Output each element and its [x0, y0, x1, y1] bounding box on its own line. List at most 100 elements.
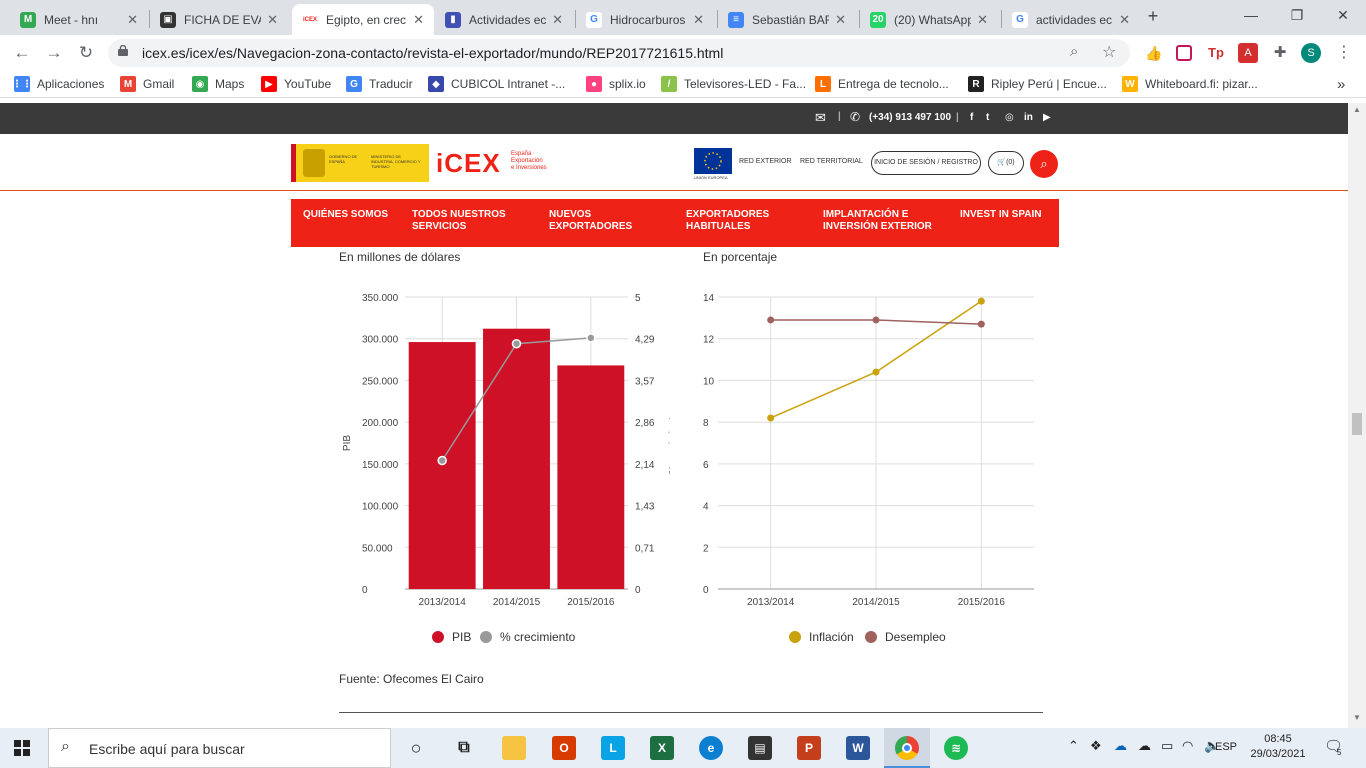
browser-tab[interactable]: ▮ Actividades ec ✕ — [435, 4, 573, 35]
onedrive-personal-icon[interactable]: ☁ — [1138, 738, 1151, 754]
government-logo[interactable]: GOBIERNO DE ESPAÑA MINISTERIO DE INDUSTR… — [291, 144, 429, 182]
browser-tab[interactable]: iCEX Egipto, en crec ✕ — [292, 4, 434, 35]
profile-avatar[interactable]: S — [1301, 43, 1321, 63]
legend-label-series-1: Desempleo — [885, 630, 946, 644]
bookmark-item[interactable]: W Whiteboard.fi: pizar... — [1122, 75, 1258, 93]
wifi-icon[interactable]: ◠ — [1182, 738, 1193, 754]
cart-button[interactable]: 🛒(0) — [988, 151, 1024, 175]
red-exterior-link[interactable]: RED EXTERIOR — [739, 158, 792, 165]
bookmark-item[interactable]: G Traducir — [346, 75, 413, 93]
scrollbar-thumb[interactable] — [1352, 413, 1362, 435]
language-indicator[interactable]: ESP — [1215, 741, 1237, 753]
tab-close-icon[interactable]: ✕ — [267, 12, 278, 28]
tab-close-icon[interactable]: ✕ — [413, 12, 424, 28]
extension-pdf-icon[interactable]: A — [1238, 43, 1258, 63]
browser-tab[interactable]: M Meet - hnı ✕ — [10, 4, 148, 35]
extension-shield-icon[interactable] — [1176, 45, 1192, 61]
minimize-button[interactable]: — — [1228, 4, 1274, 26]
zoom-icon[interactable]: ⌕ — [1070, 43, 1078, 60]
restore-button[interactable]: ❐ — [1274, 4, 1320, 26]
scroll-up-arrow[interactable]: ▲ — [1353, 105, 1361, 114]
extension-tp-icon[interactable]: Tp — [1206, 43, 1226, 63]
phone-number[interactable]: (+34) 913 497 100 — [869, 112, 951, 123]
taskbar-search[interactable]: ⌕ Escribe aquí para buscar — [48, 728, 391, 768]
more-bookmarks-button[interactable]: » — [1337, 75, 1345, 93]
bookmark-item[interactable]: ⋮⋮ Aplicaciones — [12, 75, 104, 93]
page-scrollbar[interactable]: ▲ ▼ — [1348, 103, 1366, 728]
browser-tab[interactable]: ▣ FICHA DE EVAL ✕ — [150, 4, 288, 35]
lms-app-icon[interactable]: L — [601, 736, 625, 760]
office-icon[interactable]: O — [552, 736, 576, 760]
tab-close-icon[interactable]: ✕ — [835, 12, 846, 28]
linkedin-icon[interactable]: in — [1024, 112, 1033, 123]
windows-start-button[interactable] — [14, 740, 30, 756]
y2-tick-label: 3,57 — [635, 376, 655, 387]
edge-icon[interactable]: e — [699, 736, 723, 760]
cortana-icon[interactable]: ○ — [404, 736, 428, 760]
chrome-menu-icon[interactable]: ⋮ — [1334, 43, 1354, 63]
new-tab-button[interactable]: + — [1141, 5, 1165, 27]
menu-item-nuevos-exportadores[interactable]: NUEVOS EXPORTADORES — [549, 209, 669, 233]
y-tick-label: 50.000 — [362, 543, 393, 554]
powerpoint-icon[interactable]: P — [797, 736, 821, 760]
browser-tab[interactable]: Gactividades ec ✕ — [1002, 4, 1140, 35]
reload-button[interactable]: ↻ — [74, 41, 98, 65]
facebook-icon[interactable]: f — [970, 112, 973, 123]
clock[interactable]: 08:45 29/03/2021 — [1247, 732, 1309, 762]
bookmark-item[interactable]: / Televisores-LED - Fa... — [661, 75, 806, 93]
menu-item-quienes-somos[interactable]: QUIÉNES SOMOS — [303, 209, 403, 221]
menu-item-invest-in-spain[interactable]: INVEST IN SPAIN — [960, 209, 1060, 221]
icex-logo[interactable]: iCEX — [436, 148, 501, 178]
close-window-button[interactable]: ✕ — [1320, 4, 1366, 26]
excel-icon[interactable]: X — [650, 736, 674, 760]
bookmark-item[interactable]: M Gmail — [120, 75, 174, 93]
menu-item-implantacion[interactable]: IMPLANTACIÓN E INVERSIÓN EXTERIOR — [823, 209, 943, 233]
y-tick-label: 10 — [703, 376, 715, 387]
menu-item-servicios[interactable]: TODOS NUESTROS SERVICIOS — [412, 209, 532, 233]
spotify-icon[interactable]: ≋ — [944, 736, 968, 760]
dropbox-icon[interactable]: ❖ — [1090, 738, 1102, 754]
tab-close-icon[interactable]: ✕ — [1119, 12, 1130, 28]
tray-chevron-icon[interactable]: ⌃ — [1068, 738, 1079, 754]
eu-label: UNIÓN EUROPEA — [694, 175, 728, 180]
bookmark-label: Entrega de tecnolo... — [838, 77, 949, 91]
chrome-taskbar-button[interactable] — [884, 728, 930, 768]
bookmark-item[interactable]: ◆ CUBICOL Intranet -... — [428, 75, 565, 93]
search-button[interactable]: ⌕ — [1030, 150, 1058, 178]
store-icon[interactable]: ▤ — [748, 736, 772, 760]
bookmark-item[interactable]: ▶ YouTube — [261, 75, 331, 93]
bookmark-item[interactable]: ◉ Maps — [192, 75, 244, 93]
tab-close-icon[interactable]: ✕ — [977, 12, 988, 28]
tab-title: FICHA DE EVAL — [184, 12, 261, 27]
file-explorer-icon[interactable] — [502, 736, 526, 760]
scroll-down-arrow[interactable]: ▼ — [1353, 713, 1361, 722]
browser-tab[interactable]: ≡ Sebastián BAR ✕ — [718, 4, 856, 35]
tab-close-icon[interactable]: ✕ — [693, 12, 704, 28]
forward-button[interactable]: → — [42, 41, 66, 65]
tab-close-icon[interactable]: ✕ — [552, 12, 563, 28]
tab-close-icon[interactable]: ✕ — [127, 12, 138, 28]
back-button[interactable]: ← — [10, 41, 34, 65]
y-tick-label: 4 — [703, 502, 709, 513]
extension-thumb-icon[interactable]: 👍 — [1144, 43, 1164, 63]
browser-tab[interactable]: G Hidrocarburos ✕ — [576, 4, 714, 35]
bookmark-item[interactable]: ● splix.io — [586, 75, 646, 93]
extensions-puzzle-icon[interactable]: ✚ — [1270, 43, 1290, 63]
bookmark-star-icon[interactable]: ☆ — [1102, 42, 1116, 62]
battery-icon[interactable]: ▭ — [1161, 738, 1173, 754]
browser-tab[interactable]: 20 (20) WhatsApp ✕ — [860, 4, 998, 35]
bookmark-item[interactable]: R Ripley Perú | Encue... — [968, 75, 1107, 93]
twitter-icon[interactable]: t — [986, 112, 989, 123]
bookmark-item[interactable]: L Entrega de tecnolo... — [815, 75, 949, 93]
mail-icon[interactable]: ✉ — [815, 110, 826, 126]
onedrive-icon[interactable]: ☁ — [1114, 738, 1127, 754]
red-territorial-link[interactable]: RED TERRITORIAL — [800, 158, 863, 165]
address-bar[interactable]: icex.es/icex/es/Navegacion-zona-contacto… — [108, 39, 1130, 67]
youtube-icon[interactable]: ▶ — [1043, 112, 1051, 123]
instagram-icon[interactable]: ◎ — [1005, 112, 1014, 123]
word-icon[interactable]: W — [846, 736, 870, 760]
task-view-icon[interactable]: ⧉ — [452, 736, 476, 760]
login-button[interactable]: INICIO DE SESIÓN / REGISTRO — [871, 151, 981, 175]
coat-of-arms-icon — [303, 149, 325, 177]
menu-item-exportadores-habituales[interactable]: EXPORTADORES HABITUALES — [686, 209, 806, 233]
